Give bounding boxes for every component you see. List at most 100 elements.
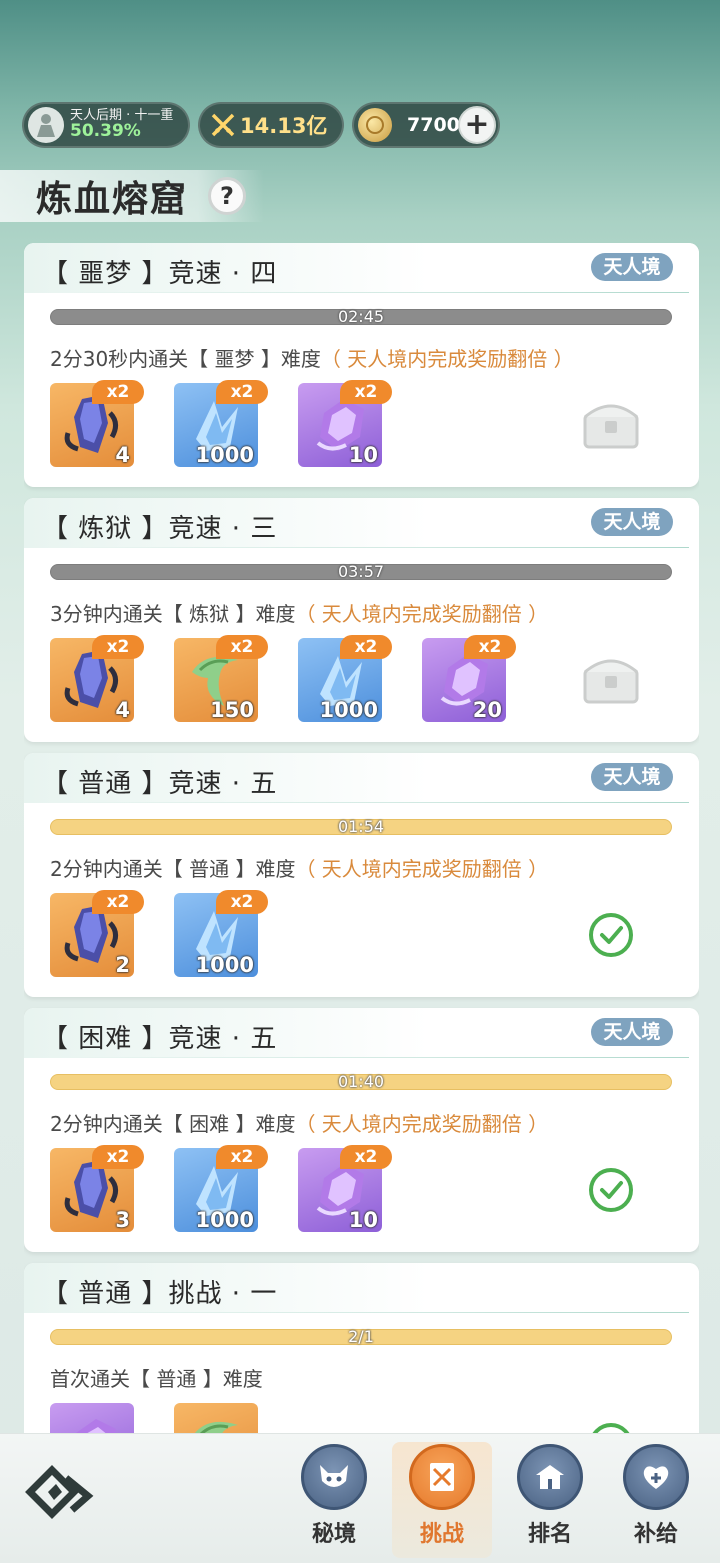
reward-row (50, 1403, 258, 1433)
nav-label: 秘境 (311, 1522, 356, 1547)
coin-pill: 7700 + (352, 102, 500, 148)
card-description: 2分30秒内通关【 噩梦 】难度（ 天人境内完成奖励翻倍 ） (50, 343, 574, 372)
reward-multiplier: x2 (340, 635, 392, 659)
reward-quantity: 2 (115, 953, 130, 977)
description-note: （ 天人境内完成奖励翻倍 ） (320, 347, 574, 371)
realm-pill[interactable]: 天人后期 · 十一重 50.39% (22, 102, 190, 148)
realm-progress: 50.39% (70, 120, 141, 141)
coin-icon (358, 108, 392, 142)
reward-multiplier: x2 (216, 635, 268, 659)
timer-text: 03:57 (337, 562, 385, 581)
reward-item[interactable]: x2 1000 (174, 1145, 268, 1232)
reward-quantity: 1000 (195, 1208, 254, 1232)
reward-multiplier: x2 (92, 380, 144, 404)
reward-quantity: 10 (348, 1208, 378, 1232)
realm-badge: 天人境 (591, 253, 673, 281)
card-title: 【 炼狱 】竞速 · 三 (42, 514, 278, 544)
timer-text: 2/1 (348, 1327, 374, 1346)
reward-row: x2 4 x2 1000 x2 10 (50, 380, 392, 467)
reward-multiplier: x2 (216, 1145, 268, 1169)
add-coins-button[interactable]: + (458, 106, 496, 144)
reward-multiplier: x2 (216, 380, 268, 404)
description-note: （ 天人境内完成奖励翻倍 ） (295, 1112, 549, 1136)
reward-item[interactable] (50, 1403, 134, 1433)
challenge-card[interactable]: 【 普通 】竞速 · 五 天人境 01:54 2分钟内通关【 普通 】难度（ 天人境内… (24, 753, 699, 997)
realm-badge: 天人境 (591, 763, 673, 791)
reward-item[interactable]: x2 1000 (298, 635, 392, 722)
description-note: （ 天人境内完成奖励翻倍 ） (295, 857, 549, 881)
reward-quantity: 1000 (195, 443, 254, 467)
reward-quantity: 4 (115, 443, 130, 467)
nav-tab[interactable]: 挑战 (392, 1442, 492, 1558)
power-pill: 14.13亿 (198, 102, 344, 148)
reward-item[interactable] (174, 1403, 258, 1433)
timer-bar: 03:57 (50, 562, 672, 581)
card-title: 【 噩梦 】竞速 · 四 (42, 259, 278, 289)
reward-item[interactable]: x2 4 (50, 635, 144, 722)
nav-tab[interactable]: 补给 (606, 1442, 706, 1558)
reward-quantity: 150 (210, 698, 254, 722)
description-main: 首次通关【 普通 】难度 (50, 1367, 263, 1391)
check-icon (589, 1423, 633, 1433)
description-main: 2分钟内通关【 普通 】难度 (50, 857, 296, 881)
coin-value: 7700 (407, 114, 460, 136)
reward-row: x2 2 x2 1000 (50, 890, 268, 977)
nav-label: 挑战 (419, 1522, 464, 1547)
nav-tab[interactable]: 秘境 (284, 1442, 384, 1558)
demon-mask-icon (301, 1444, 367, 1510)
status-bar: 天人后期 · 十一重 50.39% 14.13亿 7700 + (22, 102, 500, 148)
challenge-card[interactable]: 【 噩梦 】竞速 · 四 天人境 02:45 2分30秒内通关【 噩梦 】难度（ 天人… (24, 243, 699, 487)
bottom-nav: 秘境 挑战 排名 补给 (0, 1433, 720, 1563)
description-main: 3分钟内通关【 炼狱 】难度 (50, 602, 296, 626)
reward-item[interactable]: x2 3 (50, 1145, 144, 1232)
menu-logo-icon[interactable] (22, 1464, 98, 1524)
reward-item[interactable]: x2 1000 (174, 380, 268, 467)
description-main: 2分钟内通关【 困难 】难度 (50, 1112, 296, 1136)
reward-item[interactable]: x2 10 (298, 380, 392, 467)
reward-row: x2 3 x2 1000 x2 10 (50, 1145, 392, 1232)
avatar (28, 107, 64, 143)
crossed-swords-icon (211, 113, 235, 137)
timer-text: 01:54 (337, 817, 385, 836)
challenge-card[interactable]: 【 炼狱 】竞速 · 三 天人境 03:57 3分钟内通关【 炼狱 】难度（ 天人境内… (24, 498, 699, 742)
page-title: 炼血熔窟 (36, 179, 189, 220)
timer-text: 01:40 (337, 1072, 385, 1091)
temple-icon (517, 1444, 583, 1510)
reward-item[interactable]: x2 20 (422, 635, 516, 722)
timer-bar: 01:40 (50, 1072, 672, 1091)
help-button[interactable]: ? (208, 177, 247, 215)
realm-badge: 天人境 (591, 1018, 673, 1046)
reward-multiplier: x2 (92, 635, 144, 659)
treasure-chest-icon[interactable] (579, 646, 643, 710)
reward-quantity: 3 (115, 1208, 130, 1232)
reward-item[interactable]: x2 150 (174, 635, 268, 722)
challenge-list[interactable]: 【 噩梦 】竞速 · 四天人境 02:45 2分30秒内通关【 噩梦 】难度（ 天人… (24, 243, 699, 1433)
title-band: 炼血熔窟 ? (0, 170, 264, 222)
challenge-card[interactable]: 【 普通 】挑战 · 一 2/1 首次通关【 普通 】难度 (24, 1263, 699, 1433)
card-title: 【 普通 】竞速 · 五 (42, 769, 278, 799)
reward-quantity: 10 (348, 443, 378, 467)
reward-item[interactable]: x2 10 (298, 1145, 392, 1232)
treasure-chest-icon[interactable] (579, 391, 643, 455)
card-title: 【 困难 】竞速 · 五 (42, 1024, 278, 1054)
challenge-card[interactable]: 【 困难 】竞速 · 五 天人境 01:40 2分钟内通关【 困难 】难度（ 天人境内… (24, 1008, 699, 1252)
timer-bar: 2/1 (50, 1327, 672, 1346)
reward-multiplier: x2 (216, 890, 268, 914)
reward-quantity: 1000 (319, 698, 378, 722)
reward-item[interactable]: x2 4 (50, 380, 144, 467)
reward-multiplier: x2 (340, 380, 392, 404)
check-icon (589, 1168, 633, 1212)
reward-multiplier: x2 (340, 1145, 392, 1169)
nav-label: 排名 (527, 1522, 572, 1547)
reward-item[interactable]: x2 2 (50, 890, 144, 977)
realm-badge: 天人境 (591, 508, 673, 536)
nav-tab[interactable]: 排名 (500, 1442, 600, 1558)
timer-text: 02:45 (337, 307, 385, 326)
reward-quantity: 20 (472, 698, 502, 722)
timer-bar: 02:45 (50, 307, 672, 326)
reward-item[interactable]: x2 1000 (174, 890, 268, 977)
cultivator-icon (37, 114, 55, 137)
power-value: 14.13亿 (240, 114, 328, 138)
check-icon (589, 913, 633, 957)
crossed-swords-icon (409, 1444, 475, 1510)
